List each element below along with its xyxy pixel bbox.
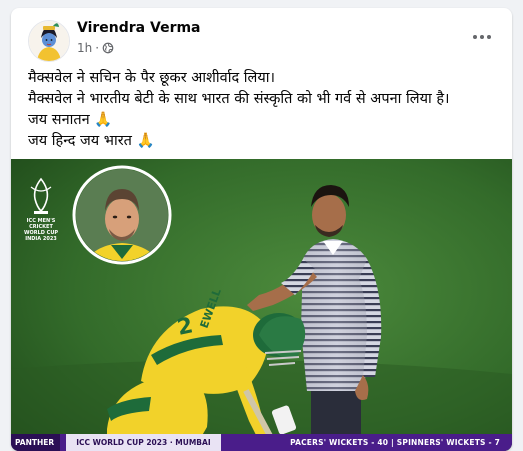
cricket-photo: ICC MEN'S CRICKET WORLD CUP INDIA 2023 2…: [11, 159, 512, 451]
post-meta: 1h ·: [77, 41, 114, 55]
post-line: जय सनातन 🙏: [28, 112, 113, 128]
post-line: मैक्सवेल ने भारतीय बेटी के साथ भारत की स…: [28, 91, 450, 107]
post-text: मैक्सवेल ने सचिन के पैर छूकर आशीर्वाद लि…: [28, 68, 503, 152]
globe-icon[interactable]: [102, 42, 114, 54]
logo-line-4: INDIA 2023: [25, 236, 57, 242]
meta-separator: ·: [95, 41, 100, 55]
ticker-stats: PACERS' WICKETS - 40 | SPINNERS' WICKETS…: [290, 438, 500, 447]
author-name[interactable]: Virendra Verma: [77, 20, 201, 36]
krishna-avatar-icon: [29, 21, 69, 61]
ticker-brand: PANTHER: [11, 434, 61, 451]
author-avatar[interactable]: [28, 20, 70, 62]
post-card: Virendra Verma 1h · मैक्सवेल ने सचिन के …: [11, 8, 512, 451]
post-time[interactable]: 1h: [77, 41, 92, 55]
ticker-league: ICC WORLD CUP 2023 · MUMBAI: [66, 434, 221, 451]
post-line: जय हिन्द जय भारत 🙏: [28, 133, 155, 149]
post-line: मैक्सवेल ने सचिन के पैर छूकर आशीर्वाद लि…: [28, 70, 276, 86]
broadcast-ticker: PANTHER ICC WORLD CUP 2023 · MUMBAI PACE…: [11, 434, 512, 451]
post-photo[interactable]: ICC MEN'S CRICKET WORLD CUP INDIA 2023 2…: [11, 159, 512, 451]
more-options-icon: [473, 35, 477, 39]
more-options-button[interactable]: [468, 25, 496, 49]
